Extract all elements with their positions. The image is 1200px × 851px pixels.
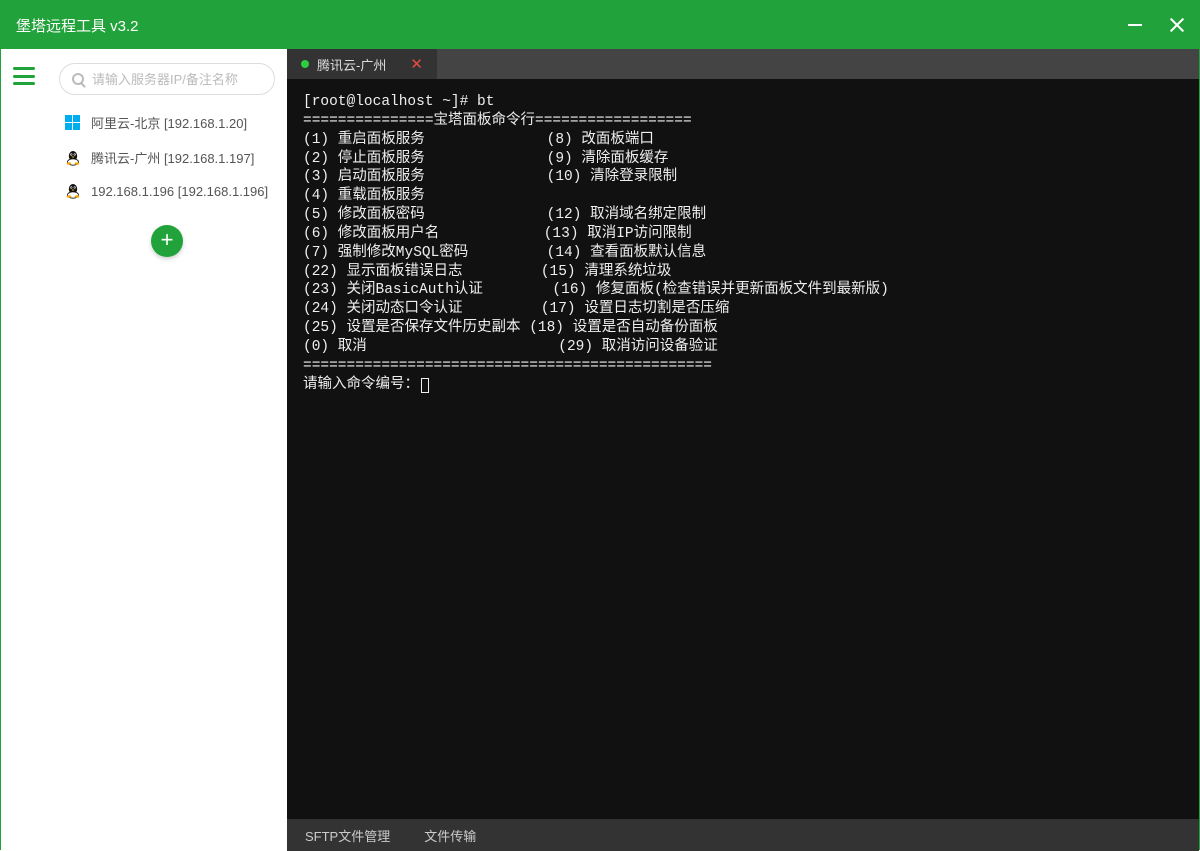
left-gutter <box>1 49 47 851</box>
terminal-input-line[interactable]: 请输入命令编号： <box>303 376 1183 395</box>
search-icon <box>72 73 84 85</box>
terminal-line: (5) 修改面板密码 (12) 取消域名绑定限制 <box>303 206 1183 225</box>
status-bar: SFTP文件管理 文件传输 <box>287 819 1199 851</box>
linux-icon <box>65 183 81 199</box>
sftp-tab[interactable]: SFTP文件管理 <box>305 826 390 845</box>
server-label: 腾讯云-广州 [192.168.1.197] <box>91 148 254 167</box>
terminal[interactable]: [root@localhost ~]# bt===============宝塔面… <box>287 79 1199 819</box>
tab-active[interactable]: 腾讯云-广州 ✕ <box>287 49 437 79</box>
terminal-line: (6) 修改面板用户名 (13) 取消IP访问限制 <box>303 225 1183 244</box>
server-item[interactable]: 腾讯云-广州 [192.168.1.197] <box>47 140 287 175</box>
sidebar: 阿里云-北京 [192.168.1.20] 腾讯云-广州 [192.168.1.1… <box>47 49 287 851</box>
window-controls <box>1128 18 1184 32</box>
search-input[interactable] <box>92 72 262 87</box>
server-label: 192.168.1.196 [192.168.1.196] <box>91 184 268 199</box>
server-item[interactable]: 阿里云-北京 [192.168.1.20] <box>47 105 287 140</box>
status-dot-icon <box>301 60 309 68</box>
server-label: 阿里云-北京 [192.168.1.20] <box>91 113 247 132</box>
windows-icon <box>65 115 81 131</box>
server-list: 阿里云-北京 [192.168.1.20] 腾讯云-广州 [192.168.1.1… <box>47 105 287 207</box>
terminal-line: ===============宝塔面板命令行================== <box>303 112 1183 131</box>
tab-close-icon[interactable]: ✕ <box>410 55 423 73</box>
app-title: 堡塔远程工具 v3.2 <box>16 15 1128 36</box>
terminal-line: (0) 取消 (29) 取消访问设备验证 <box>303 338 1183 357</box>
terminal-line: (3) 启动面板服务 (10) 清除登录限制 <box>303 168 1183 187</box>
terminal-line: (7) 强制修改MySQL密码 (14) 查看面板默认信息 <box>303 244 1183 263</box>
titlebar: 堡塔远程工具 v3.2 <box>1 1 1199 49</box>
terminal-line: (1) 重启面板服务 (8) 改面板端口 <box>303 131 1183 150</box>
tab-bar: 腾讯云-广州 ✕ <box>287 49 1199 79</box>
minimize-icon[interactable] <box>1128 24 1142 26</box>
close-icon[interactable] <box>1170 18 1184 32</box>
menu-icon[interactable] <box>13 67 35 85</box>
cursor-icon <box>421 378 429 393</box>
terminal-line: (2) 停止面板服务 (9) 清除面板缓存 <box>303 150 1183 169</box>
add-server-button[interactable]: + <box>151 225 183 257</box>
tab-label: 腾讯云-广州 <box>317 55 386 74</box>
terminal-line: (4) 重载面板服务 <box>303 187 1183 206</box>
terminal-line: (25) 设置是否保存文件历史副本 (18) 设置是否自动备份面板 <box>303 319 1183 338</box>
linux-icon <box>65 150 81 166</box>
search-box[interactable] <box>59 63 275 95</box>
terminal-line: [root@localhost ~]# bt <box>303 93 1183 112</box>
terminal-line: ========================================… <box>303 357 1183 376</box>
terminal-line: (23) 关闭BasicAuth认证 (16) 修复面板(检查错误并更新面板文件… <box>303 281 1183 300</box>
transfer-tab[interactable]: 文件传输 <box>424 826 476 845</box>
main-panel: 腾讯云-广州 ✕ [root@localhost ~]# bt=========… <box>287 49 1199 851</box>
terminal-line: (24) 关闭动态口令认证 (17) 设置日志切割是否压缩 <box>303 300 1183 319</box>
terminal-line: (22) 显示面板错误日志 (15) 清理系统垃圾 <box>303 263 1183 282</box>
server-item[interactable]: 192.168.1.196 [192.168.1.196] <box>47 175 287 207</box>
